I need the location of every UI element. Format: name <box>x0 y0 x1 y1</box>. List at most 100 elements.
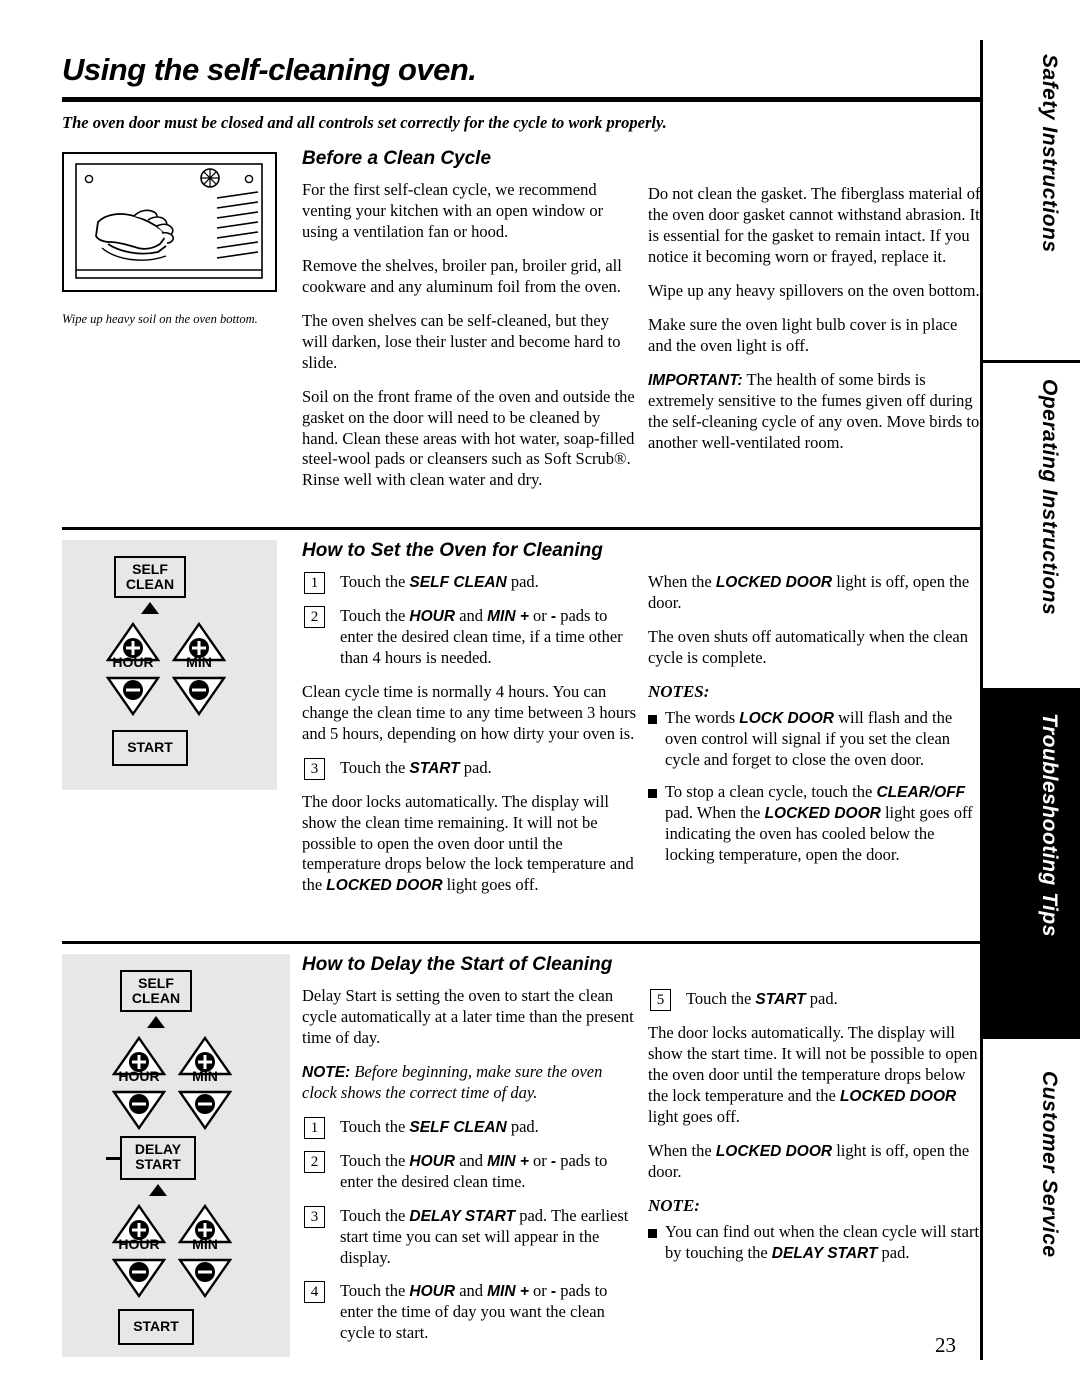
page-title: Using the self-cleaning oven. <box>62 52 477 87</box>
step-text-mid2: or <box>528 1281 551 1301</box>
sidebar-item-safety-instructions[interactable]: Safety Instructions <box>983 40 1080 360</box>
step-text-pre: Touch the <box>340 1150 410 1170</box>
delay-connector-line <box>106 1157 120 1160</box>
start-label: START <box>127 739 173 755</box>
step-text-bold2: MIN + <box>487 1283 529 1301</box>
min-minus-pad[interactable] <box>177 1084 233 1131</box>
delay-start-pad[interactable]: DELAY START <box>120 1136 196 1180</box>
step-text-pre: Touch the <box>340 572 410 591</box>
how-to-delay-right-column: 5 Touch the START pad. The door locks au… <box>648 989 982 1275</box>
paragraph: The door locks automatically. The displa… <box>648 1023 982 1128</box>
paragraph: When the LOCKED DOOR light is off, open … <box>648 1141 982 1183</box>
delay-start-label-line1: DELAY <box>134 1141 182 1157</box>
paragraph: Remove the shelves, broiler pan, broiler… <box>302 255 622 296</box>
sidebar-item-operating-instructions[interactable]: Operating Instructions <box>983 363 1080 688</box>
how-to-set-left-column: How to Set the Oven for Cleaning 1 Touch… <box>302 540 637 909</box>
step-number: 3 <box>304 757 325 780</box>
section-divider <box>62 941 982 944</box>
important-label: IMPORTANT: <box>648 371 743 389</box>
step-number: 1 <box>304 1116 325 1139</box>
text-bold: DELAY START <box>771 1244 878 1262</box>
step-text-mid2: or <box>528 605 551 625</box>
text-bold: LOCK DOOR <box>739 709 834 727</box>
step-item: 1 Touch the SELF CLEAN pad. <box>302 1116 637 1139</box>
how-to-set-right-column: When the LOCKED DOOR light is off, open … <box>648 572 982 876</box>
sidebar-item-customer-service[interactable]: Customer Service <box>983 1039 1080 1360</box>
document-page: Using the self-cleaning oven. The oven d… <box>0 0 1080 1397</box>
note-label: NOTE: <box>302 1063 351 1081</box>
page-number: 23 <box>935 1333 956 1357</box>
hour-label-2: HOUR <box>118 1236 160 1252</box>
before-clean-left-column: Before a Clean Cycle For the first self-… <box>302 148 637 504</box>
step-text-pre: Touch the <box>340 1116 410 1136</box>
step-text-pre: Touch the <box>340 1281 410 1301</box>
text-pre: The words <box>665 707 740 727</box>
step-item: 3 Touch the DELAY START pad. The earlies… <box>302 1205 637 1269</box>
sidebar-item-troubleshooting-tips[interactable]: Troubleshooting Tips <box>983 691 1080 1036</box>
step-text-post: pad. <box>805 989 838 1008</box>
step-item: 5 Touch the START pad. <box>648 989 982 1011</box>
min-minus-pad-2[interactable] <box>177 1252 233 1299</box>
paragraph: The oven shelves can be self-cleaned, bu… <box>302 310 621 372</box>
step-item: 1 Touch the SELF CLEAN pad. <box>302 572 637 594</box>
start-pad[interactable]: START <box>112 730 188 766</box>
paragraph: Delay Start is setting the oven to start… <box>302 986 634 1047</box>
text-post: light goes off. <box>648 1106 740 1126</box>
step-item: 4 Touch the HOUR and MIN + or - pads to … <box>302 1281 637 1344</box>
step-text-bold: HOUR <box>409 1283 456 1301</box>
hour-label: HOUR <box>112 654 154 670</box>
step-text-bold2: MIN + <box>487 607 529 625</box>
min-label: MIN <box>186 654 212 670</box>
text-post: light goes off. <box>442 875 539 895</box>
section-divider <box>62 527 982 530</box>
start-pad[interactable]: START <box>118 1309 194 1345</box>
figure-caption: Wipe up heavy soil on the oven bottom. <box>62 312 258 326</box>
intro-text: The oven door must be closed and all con… <box>62 113 667 132</box>
paragraph: For the first self-clean cycle, we recom… <box>302 180 604 241</box>
text-pre: When the <box>648 1140 716 1160</box>
control-panel-figure-2: SELF CLEAN HOUR MIN DELAY START HOUR MIN… <box>62 954 290 1357</box>
min-label-2: MIN <box>192 1236 218 1252</box>
step-number: 3 <box>304 1205 325 1228</box>
self-clean-label-line2: CLEAN <box>131 989 181 1006</box>
how-to-delay-left-column: How to Delay the Start of Cleaning Delay… <box>302 954 637 1357</box>
hour-minus-pad[interactable] <box>111 1084 167 1131</box>
sidebar-item-label: Operating Instructions <box>1038 379 1061 616</box>
hour-minus-pad[interactable] <box>105 670 161 717</box>
sidebar-item-label: Troubleshooting Tips <box>1038 713 1061 937</box>
notes-heading: NOTES: <box>648 681 710 701</box>
step-text-post: pad. <box>506 572 539 591</box>
self-clean-pad[interactable]: SELF CLEAN <box>120 970 192 1012</box>
text-mid: pad. When the <box>665 802 765 822</box>
step-text-bold: DELAY START <box>409 1207 516 1225</box>
self-clean-indicator-icon <box>147 1016 165 1028</box>
step-text-bold2: MIN + <box>487 1152 529 1170</box>
note-heading: NOTE: <box>648 1195 700 1215</box>
step-number: 2 <box>304 605 325 628</box>
min-minus-pad[interactable] <box>171 670 227 717</box>
step-text-mid: and <box>455 1281 488 1301</box>
step-text-bold: SELF CLEAN <box>409 574 507 591</box>
section-heading-how-to-set: How to Set the Oven for Cleaning <box>302 540 603 561</box>
self-clean-label-line1: SELF <box>132 561 168 577</box>
note-bullet: You can find out when the clean cycle wi… <box>648 1222 982 1264</box>
hour-label: HOUR <box>118 1068 160 1084</box>
paragraph: Clean cycle time is normally 4 hours. Yo… <box>302 681 637 743</box>
sidebar-item-label: Safety Instructions <box>1038 54 1061 253</box>
self-clean-indicator-icon <box>141 602 159 614</box>
start-label: START <box>133 1318 179 1334</box>
text-bold: LOCKED DOOR <box>839 1087 957 1105</box>
self-clean-pad[interactable]: SELF CLEAN <box>114 556 186 598</box>
section-heading-how-to-delay: How to Delay the Start of Cleaning <box>302 954 613 975</box>
paragraph: Do not clean the gasket. The fiberglass … <box>648 184 981 266</box>
step-number: 1 <box>304 572 325 594</box>
side-tab-column: Safety Instructions Operating Instructio… <box>980 40 1080 1360</box>
paragraph: The oven shuts off automatically when th… <box>648 626 968 667</box>
paragraph-door-locks: The door locks automatically. The displa… <box>302 792 637 897</box>
self-clean-label-line1: SELF <box>138 975 174 991</box>
step-text-post: pad. <box>459 757 492 777</box>
important-note: IMPORTANT: The health of some birds is e… <box>648 370 982 454</box>
delay-start-label-line2: START <box>135 1155 181 1172</box>
hour-minus-pad-2[interactable] <box>111 1252 167 1299</box>
step-text-mid: and <box>455 605 488 625</box>
